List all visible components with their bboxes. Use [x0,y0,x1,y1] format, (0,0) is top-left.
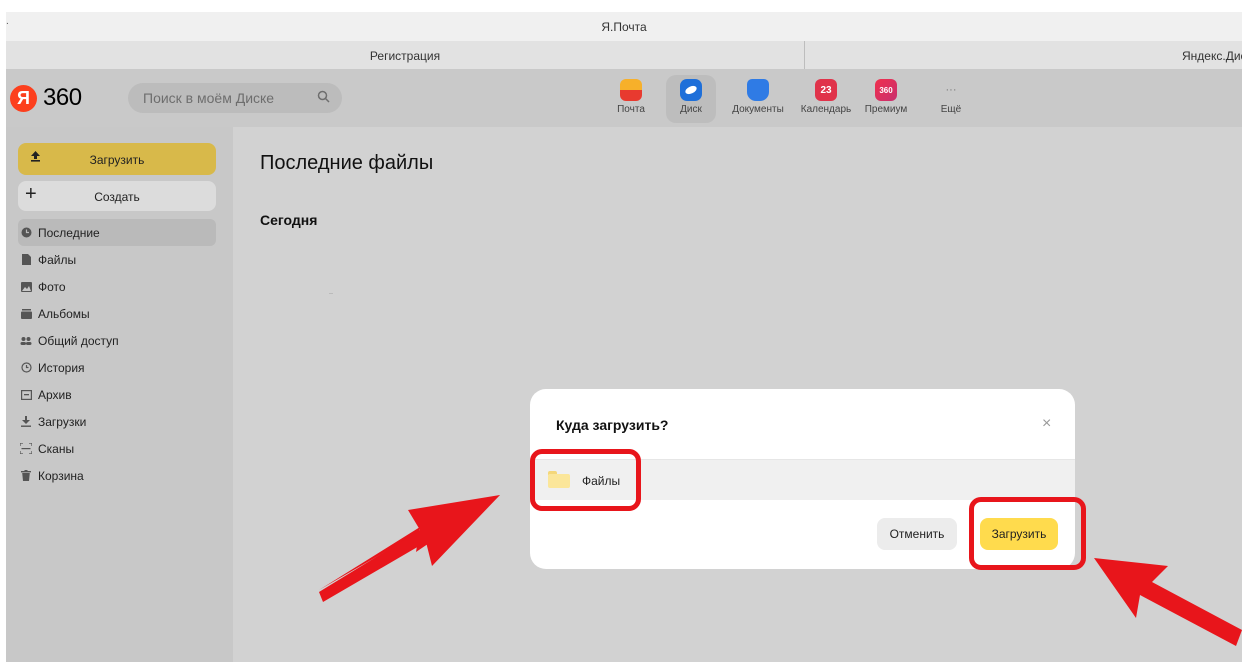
sidebar: Загрузить + Создать Последние Файлы Фото… [6,127,233,662]
service-label: Почта [617,104,645,115]
create-button-label: Создать [94,190,140,204]
sidebar-nav: Последние Файлы Фото Альбомы Общий досту… [18,219,216,489]
highlight-folder-outline [530,449,641,511]
disk-icon [680,79,702,101]
sidebar-item-label: Последние [38,225,100,240]
section-heading: Сегодня [260,212,318,228]
sidebar-item-label: Корзина [38,468,84,483]
tab-bar: Регистрация Яндекс.Диск [6,41,1242,69]
close-icon[interactable]: × [1042,415,1051,433]
sidebar-item-photo[interactable]: Фото [18,273,216,300]
photo-icon [20,281,32,293]
calendar-icon: 23 [815,79,837,101]
service-label: Календарь [800,104,852,115]
search-input[interactable]: Поиск в моём Диске [128,83,342,113]
create-button[interactable]: + Создать [18,181,216,211]
service-label: Документы [732,104,784,115]
documents-icon [747,79,769,101]
service-label: Премиум [864,104,908,115]
sidebar-item-scans[interactable]: Сканы [18,435,216,462]
page-title: Последние файлы [260,152,434,174]
tab-label: Регистрация [369,49,441,63]
service-label: Диск [680,104,702,115]
albums-icon [20,308,32,320]
service-label: Ещё [940,104,962,115]
more-icon: ··· [945,84,957,96]
shared-icon [20,335,32,347]
sidebar-item-label: Файлы [38,252,77,267]
app-window: Я 360 Поиск в моём Диске Почта Диск Доку… [6,69,1242,662]
service-more[interactable]: ··· Ещё [914,75,988,123]
mail-icon [620,79,642,101]
sidebar-item-files[interactable]: Файлы [18,246,216,273]
highlight-upload-outline [969,497,1086,570]
sidebar-item-trash[interactable]: Корзина [18,462,216,489]
sidebar-item-albums[interactable]: Альбомы [18,300,216,327]
sidebar-item-downloads[interactable]: Загрузки [18,408,216,435]
sidebar-item-label: Фото [38,279,66,294]
sidebar-item-label: Загрузки [38,414,87,429]
window-title: Я.Почта [601,20,647,34]
service-disk[interactable]: Диск [666,75,716,123]
service-premium[interactable]: 360 Премиум [858,75,914,123]
tab-registration[interactable]: Регистрация [6,41,805,69]
sidebar-item-label: Сканы [38,441,75,456]
sidebar-item-archive[interactable]: Архив [18,381,216,408]
logo-360-text: 360 [43,84,82,111]
services-bar: Почта Диск Документы 23 Календарь 360 Пр… [602,75,988,123]
sidebar-item-label: Общий доступ [38,333,119,348]
history-icon [20,362,32,374]
service-calendar[interactable]: 23 Календарь [794,75,858,123]
scans-icon [20,443,32,455]
tab-yandex-disk[interactable]: Яндекс.Диск [1182,49,1242,63]
trash-icon [20,470,32,482]
premium-icon: 360 [875,79,897,101]
sidebar-item-label: Альбомы [38,306,90,321]
sidebar-item-label: Архив [38,387,72,402]
clock-icon [20,227,32,239]
app-header: Я 360 Поиск в моём Диске Почта Диск Доку… [6,69,1242,127]
archive-icon [20,389,32,401]
service-mail[interactable]: Почта [602,75,660,123]
sidebar-item-history[interactable]: История [18,354,216,381]
file-icon [20,254,32,266]
downloads-icon [20,416,32,428]
service-documents[interactable]: Документы [722,75,794,123]
dialog-title: Куда загрузить? [556,417,669,433]
search-placeholder: Поиск в моём Диске [143,90,275,106]
window-titlebar: . Я.Почта [6,12,1242,41]
search-icon[interactable] [317,90,330,106]
sidebar-item-recent[interactable]: Последние [18,219,216,246]
yandex-360-logo[interactable]: Я 360 [10,84,82,112]
faint-mark [329,293,333,294]
sidebar-item-label: История [38,360,85,375]
sidebar-item-shared[interactable]: Общий доступ [18,327,216,354]
upload-button[interactable]: Загрузить [18,143,216,175]
cancel-button[interactable]: Отменить [877,518,957,550]
ya-logo-icon: Я [10,84,37,112]
upload-button-label: Загрузить [89,153,145,167]
